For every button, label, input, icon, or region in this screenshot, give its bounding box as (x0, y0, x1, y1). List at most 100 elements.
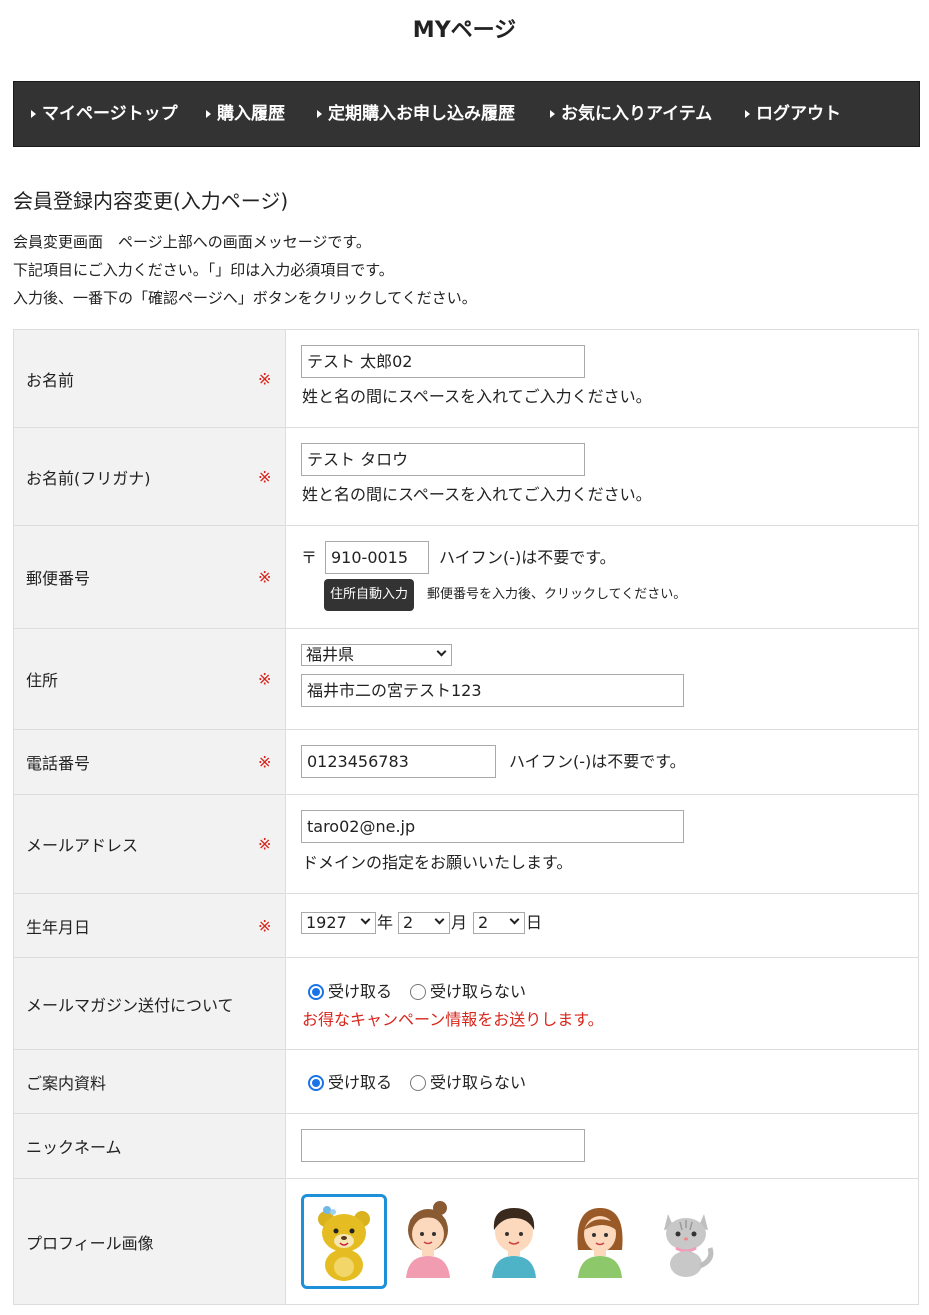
chevron-down-icon (436, 646, 447, 657)
label-cell: メールマガジン送付について (14, 958, 286, 1049)
nav-item-logout[interactable]: ログアウト (745, 82, 841, 146)
form-row-phone: 電話番号 ※ 0123456783 ハイフン(-)は不要です。 (13, 730, 919, 795)
email-input[interactable]: taro02@ne.jp (301, 810, 684, 843)
cat-avatar-icon (664, 1214, 714, 1277)
required-mark: ※ (258, 567, 272, 587)
day-unit: 日 (526, 913, 543, 932)
avatar-option-boy[interactable] (474, 1194, 560, 1289)
label-cell: 住所 ※ (14, 629, 286, 729)
label-cell: メールアドレス ※ (14, 795, 286, 893)
field-label: メールアドレス (26, 836, 139, 855)
section-title: 会員登録内容変更(入力ページ) (13, 189, 289, 213)
name-note: 姓と名の間にスペースを入れてご入力ください。 (302, 387, 652, 406)
required-mark: ※ (258, 752, 272, 772)
label-cell: 郵便番号 ※ (14, 526, 286, 628)
label-cell: プロフィール画像 (14, 1179, 286, 1304)
member-form: お名前 ※ テスト 太郎02 姓と名の間にスペースを入れてご入力ください。 お名… (13, 329, 919, 1305)
nav-item-purchase-history[interactable]: 購入履歴 (206, 82, 285, 146)
brochure-no-label[interactable]: 受け取らない (430, 1072, 526, 1094)
required-mark: ※ (258, 369, 272, 388)
avatar-option-cat[interactable] (646, 1194, 732, 1289)
label-cell: お名前(フリガナ) ※ (14, 428, 286, 525)
main-nav: マイページトップ 購入履歴 定期購入お申し込み履歴 お気に入りアイテム ログアウ… (13, 81, 920, 147)
intro-line: 会員変更画面 ページ上部への画面メッセージです。 (13, 233, 371, 251)
form-row-magazine: メールマガジン送付について 受け取る 受け取らない お得なキャンペーン情報をお送… (13, 958, 919, 1050)
birth-month-select[interactable]: 2 (398, 912, 450, 934)
chevron-down-icon (509, 914, 520, 925)
required-mark: ※ (258, 669, 272, 689)
nav-item-mypage-top[interactable]: マイページトップ (31, 82, 178, 146)
phone-note: ハイフン(-)は不要です。 (509, 752, 686, 771)
address-input[interactable]: 福井市二の宮テスト123 (301, 674, 684, 707)
nickname-input[interactable] (301, 1129, 585, 1162)
birth-day-select[interactable]: 2 (473, 912, 525, 934)
form-row-brochure: ご案内資料 受け取る 受け取らない (13, 1050, 919, 1114)
girl-avatar-icon (406, 1201, 450, 1278)
form-row-profile-image: プロフィール画像 (13, 1179, 919, 1305)
field-label: ニックネーム (26, 1138, 122, 1157)
autofill-note: 郵便番号を入力後、クリックしてください。 (427, 587, 687, 602)
intro-text: 会員変更画面 ページ上部への画面メッセージです。 下記項目にご入力ください。「」… (13, 228, 477, 312)
caret-right-icon (317, 110, 322, 118)
year-unit: 年 (377, 913, 394, 932)
form-row-zip: 郵便番号 ※ 〒 910-0015 ハイフン(-)は不要です。 住所自動入力 郵… (13, 526, 919, 629)
label-cell: ご案内資料 (14, 1050, 286, 1113)
magazine-note: お得なキャンペーン情報をお送りします。 (302, 1010, 604, 1029)
form-row-name: お名前 ※ テスト 太郎02 姓と名の間にスペースを入れてご入力ください。 (13, 330, 919, 428)
address-autofill-button[interactable]: 住所自動入力 (324, 579, 415, 611)
woman-avatar-icon (577, 1208, 623, 1278)
magazine-radio-yes[interactable] (308, 984, 324, 1000)
nav-item-subscription-history[interactable]: 定期購入お申し込み履歴 (317, 82, 515, 146)
field-label: 郵便番号 (26, 569, 91, 588)
avatar-option-girl[interactable] (388, 1194, 474, 1289)
form-row-nickname: ニックネーム (13, 1114, 919, 1179)
label-cell: ニックネーム (14, 1114, 286, 1178)
bear-avatar-icon (318, 1206, 370, 1281)
kana-input[interactable]: テスト タロウ (301, 443, 585, 476)
required-mark: ※ (258, 834, 272, 854)
chevron-down-icon (360, 914, 371, 925)
brochure-radio-yes[interactable] (308, 1075, 324, 1091)
field-label: 電話番号 (26, 754, 91, 773)
magazine-radio-no[interactable] (410, 984, 426, 1000)
boy-avatar-icon (492, 1208, 536, 1278)
field-label: メールマガジン送付について (26, 995, 234, 1015)
required-mark: ※ (258, 916, 272, 935)
form-row-email: メールアドレス ※ taro02@ne.jp ドメインの指定をお願いいたします。 (13, 795, 919, 894)
field-label: 生年月日 (26, 917, 91, 937)
label-cell: お名前 ※ (14, 330, 286, 427)
magazine-no-label[interactable]: 受け取らない (430, 981, 526, 1003)
postal-mark: 〒 (301, 548, 318, 567)
nav-item-favorites[interactable]: お気に入りアイテム (550, 82, 712, 146)
label-cell: 生年月日 ※ (14, 894, 286, 957)
caret-right-icon (550, 110, 555, 118)
chevron-down-icon (434, 914, 445, 925)
required-mark: ※ (258, 467, 272, 486)
caret-right-icon (31, 110, 36, 118)
brochure-yes-label[interactable]: 受け取る (328, 1072, 392, 1094)
month-unit: 月 (451, 913, 468, 932)
field-label: ご案内資料 (26, 1073, 107, 1093)
kana-note: 姓と名の間にスペースを入れてご入力ください。 (302, 485, 652, 504)
birth-year-select[interactable]: 1927 (301, 912, 376, 934)
avatar-option-woman[interactable] (560, 1194, 646, 1289)
email-note: ドメインの指定をお願いいたします。 (302, 853, 573, 872)
field-label: お名前 (26, 370, 75, 390)
caret-right-icon (206, 110, 211, 118)
label-cell: 電話番号 ※ (14, 730, 286, 794)
form-row-birthday: 生年月日 ※ 1927 年 2 月 2 日 (13, 894, 919, 958)
magazine-yes-label[interactable]: 受け取る (328, 981, 392, 1003)
phone-input[interactable]: 0123456783 (301, 745, 496, 778)
caret-right-icon (745, 110, 750, 118)
brochure-radio-no[interactable] (410, 1075, 426, 1091)
field-label: お名前(フリガナ) (26, 468, 151, 488)
field-label: プロフィール画像 (26, 1233, 154, 1253)
prefecture-select[interactable]: 福井県 (301, 644, 452, 666)
form-row-address: 住所 ※ 福井県 福井市二の宮テスト123 (13, 629, 919, 730)
field-label: 住所 (26, 671, 59, 690)
name-input[interactable]: テスト 太郎02 (301, 345, 585, 378)
form-row-kana: お名前(フリガナ) ※ テスト タロウ 姓と名の間にスペースを入れてご入力くださ… (13, 428, 919, 526)
zip-note: ハイフン(-)は不要です。 (439, 548, 616, 567)
avatar-option-bear[interactable] (301, 1194, 387, 1289)
zip-input[interactable]: 910-0015 (325, 541, 429, 574)
